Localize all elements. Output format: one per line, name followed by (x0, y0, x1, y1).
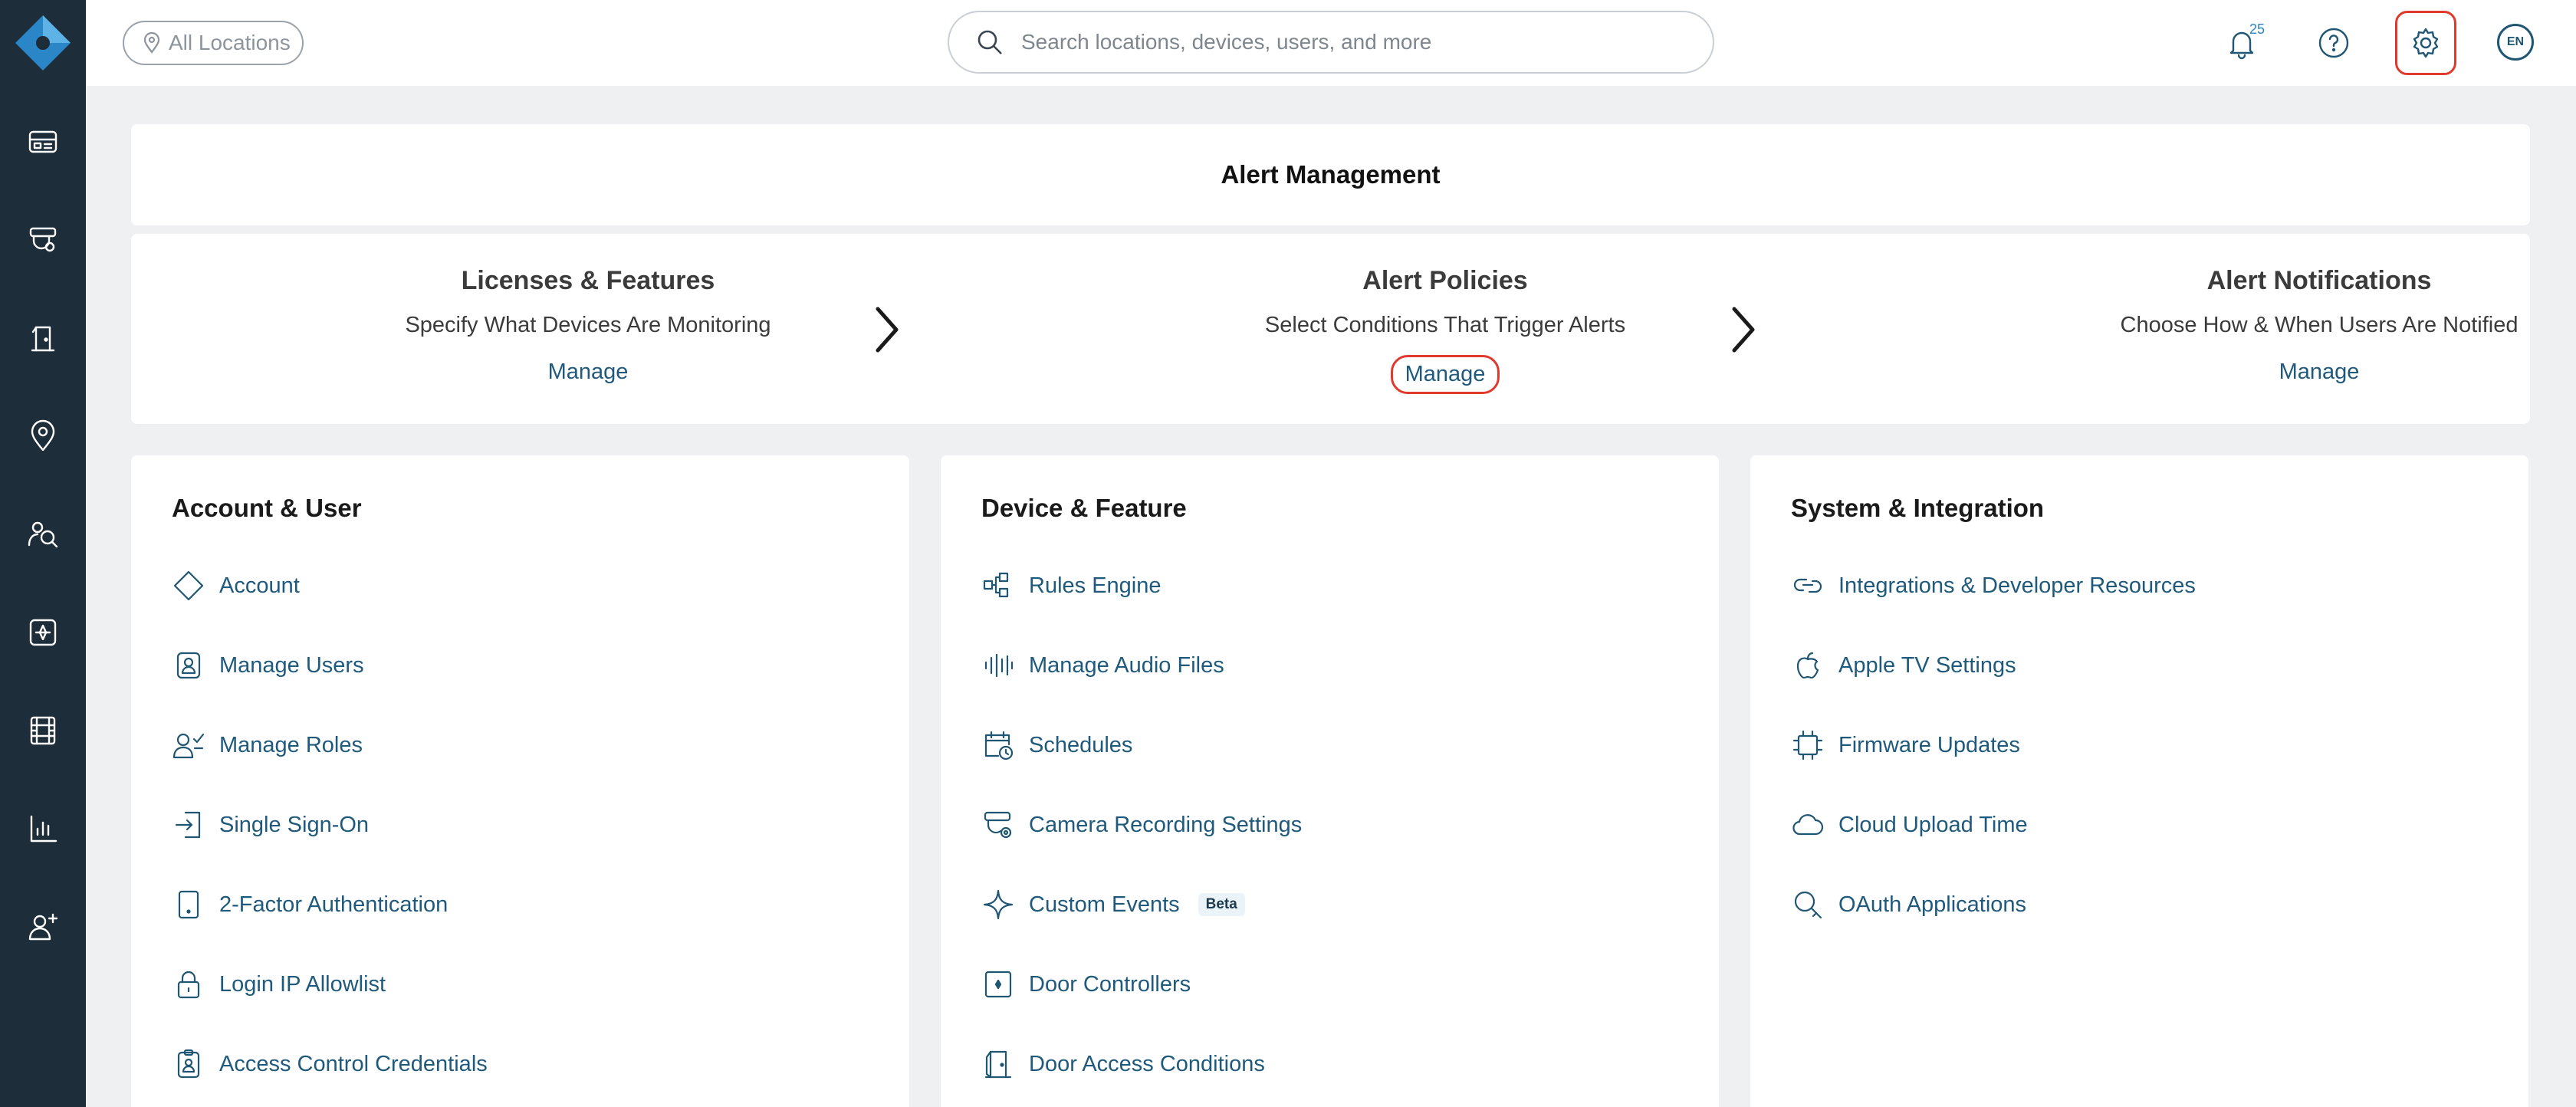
people-search-icon (28, 521, 58, 548)
door-icon (984, 1050, 1012, 1079)
global-search (948, 11, 1714, 74)
beta-badge: Beta (1198, 893, 1245, 916)
flow-arrow (872, 303, 902, 356)
camera-settings-icon (984, 811, 1012, 839)
section-title: Account & User (172, 494, 362, 522)
step-title: Alert Notifications (2206, 266, 2432, 295)
nav-locations[interactable] (21, 415, 64, 458)
nav-cameras[interactable] (21, 218, 64, 261)
nav-people-search[interactable] (21, 513, 64, 556)
oauth-applications-link[interactable]: OAuth Applications (1791, 883, 2026, 926)
manage-users-link[interactable]: Manage Users (172, 644, 364, 687)
language-selector[interactable]: EN (2497, 24, 2534, 61)
single-sign-on-link[interactable]: Single Sign-On (172, 803, 369, 846)
manage-roles-link[interactable]: Manage Roles (172, 724, 363, 767)
manage-audio-files-link[interactable]: Manage Audio Files (981, 644, 1224, 687)
location-pin-icon (143, 32, 160, 54)
step-description: Specify What Devices Are Monitoring (405, 313, 771, 337)
step-description: Select Conditions That Trigger Alerts (1264, 313, 1626, 337)
top-bar: All Locations 25 EN (86, 0, 2576, 86)
firmware-updates-link[interactable]: Firmware Updates (1791, 724, 2020, 767)
step-licenses-features: Licenses & Features Specify What Devices… (320, 266, 856, 389)
chevron-right-icon (876, 307, 899, 353)
notification-count: 25 (2249, 21, 2266, 37)
section-title: Device & Feature (981, 494, 1187, 522)
add-user-icon (28, 913, 58, 941)
help-button[interactable] (2308, 17, 2360, 69)
access-control-icon (29, 619, 57, 646)
section-device-feature: Device & Feature Rules Engine Manage Aud… (941, 455, 1719, 1107)
settings-button[interactable] (2395, 11, 2456, 75)
audio-wave-icon (984, 653, 1014, 678)
custom-events-link[interactable]: Custom Events Beta (981, 883, 1245, 926)
gear-icon (2413, 28, 2439, 58)
location-label: All Locations (169, 31, 291, 54)
camera-recording-settings-link[interactable]: Camera Recording Settings (981, 803, 1302, 846)
step-alert-policies: Alert Policies Select Conditions That Tr… (1177, 266, 1714, 394)
search-input[interactable] (1021, 30, 1673, 54)
licenses-manage-link[interactable]: Manage (536, 355, 641, 389)
dashboard-icon (28, 130, 58, 153)
two-factor-auth-link[interactable]: 2-Factor Authentication (172, 883, 448, 926)
apple-tv-settings-link[interactable]: Apple TV Settings (1791, 644, 2016, 687)
diamond-icon (173, 570, 204, 601)
nav-access-control[interactable] (21, 611, 64, 654)
video-archive-icon (30, 716, 56, 745)
step-title: Alert Policies (1362, 266, 1528, 295)
controller-icon (984, 971, 1012, 998)
notifications-manage-link[interactable]: Manage (2267, 355, 2372, 389)
account-link[interactable]: Account (172, 564, 300, 607)
flow-arrow (1728, 303, 1759, 356)
nav-add-user[interactable] (21, 905, 64, 948)
door-controllers-link[interactable]: Door Controllers (981, 963, 1191, 1006)
phone-icon (178, 890, 199, 919)
login-ip-allowlist-link[interactable]: Login IP Allowlist (172, 963, 386, 1006)
nav-video-archive[interactable] (21, 709, 64, 752)
rules-flow-icon (983, 572, 1009, 598)
sparkle-icon (983, 889, 1014, 920)
sign-in-icon (175, 811, 201, 839)
nav-doors[interactable] (21, 317, 64, 360)
logo[interactable] (12, 12, 74, 74)
step-alert-notifications: Alert Notifications Choose How & When Us… (2051, 266, 2576, 389)
apple-icon (1796, 652, 1819, 679)
sidebar (0, 0, 86, 1107)
alert-management-header: Alert Management (131, 124, 2530, 225)
door-icon (31, 326, 55, 352)
page-title: Alert Management (1221, 160, 1441, 189)
lock-icon (177, 971, 200, 999)
schedules-link[interactable]: Schedules (981, 724, 1132, 767)
integrations-link[interactable]: Integrations & Developer Resources (1791, 564, 2196, 607)
access-control-credentials-link[interactable]: Access Control Credentials (172, 1043, 488, 1086)
location-pin-icon (31, 419, 55, 452)
section-system-integration: System & Integration Integrations & Deve… (1750, 455, 2528, 1107)
policies-manage-link[interactable]: Manage (1390, 355, 1500, 394)
chevron-right-icon (1732, 307, 1755, 353)
user-check-icon (172, 733, 205, 759)
analytics-chart-icon (30, 815, 58, 843)
camera-icon (29, 227, 57, 252)
location-selector[interactable]: All Locations (123, 21, 304, 65)
step-description: Choose How & When Users Are Notified (2120, 313, 2518, 337)
chip-icon (1792, 730, 1823, 760)
user-badge-icon (176, 652, 201, 679)
calendar-clock-icon (984, 731, 1014, 760)
section-account-user: Account & User Account Manage Users Mana… (131, 455, 909, 1107)
section-title: System & Integration (1791, 494, 2045, 522)
nav-dashboard[interactable] (21, 120, 64, 163)
cloud-icon (1792, 814, 1824, 836)
nav-analytics[interactable] (21, 807, 64, 850)
step-title: Licenses & Features (461, 266, 715, 295)
id-badge-icon (177, 1049, 200, 1079)
search-icon (978, 30, 1002, 54)
key-search-icon (1794, 891, 1822, 919)
logo-diamond-icon (15, 15, 71, 71)
cloud-upload-time-link[interactable]: Cloud Upload Time (1791, 803, 2028, 846)
door-access-conditions-link[interactable]: Door Access Conditions (981, 1043, 1265, 1086)
help-icon (2318, 28, 2349, 58)
alert-management-flow: Licenses & Features Specify What Devices… (131, 234, 2530, 424)
integration-link-icon (1793, 578, 1822, 593)
rules-engine-link[interactable]: Rules Engine (981, 564, 1162, 607)
notifications-button[interactable]: 25 (2216, 17, 2268, 69)
